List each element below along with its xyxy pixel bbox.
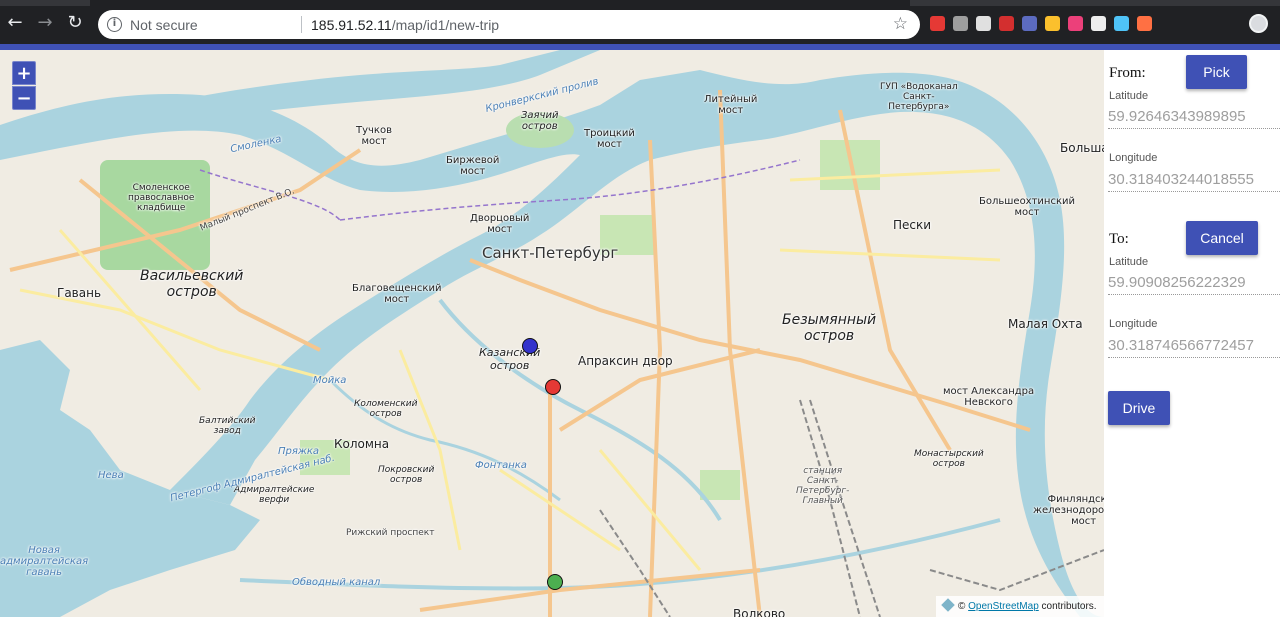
attribution-suffix: contributors. (1041, 601, 1097, 612)
map-attribution: © OpenStreetMap contributors. (936, 596, 1104, 617)
map-tiles (0, 50, 1104, 617)
reload-icon[interactable]: ↻ (64, 12, 86, 34)
south-park (700, 470, 740, 500)
map-label-zayachy: Заячий остров (521, 110, 559, 132)
address-bar[interactable]: i Not secure 185.91.52.11/map/id1/new-tr… (98, 10, 920, 39)
map-label-kolomna: Коломна (334, 437, 390, 451)
tab-strip (0, 0, 1280, 6)
drive-button[interactable]: Drive (1108, 391, 1170, 425)
cemetery-park (100, 160, 210, 270)
from-label: From: (1109, 65, 1146, 81)
map-label-volkovo: Волково (733, 607, 786, 617)
jb-ext-icon[interactable] (976, 16, 991, 31)
map-label-station: станция Санкт- Петербург- Главный (796, 466, 850, 506)
map-label-monastyrsky: Монастырский остров (914, 449, 984, 469)
circle-ext-icon[interactable] (953, 16, 968, 31)
security-label: Not secure (130, 17, 198, 33)
forward-arrow-icon[interactable]: → (34, 12, 56, 34)
gradient-ext-icon[interactable] (1068, 16, 1083, 31)
list-ext-icon[interactable] (1091, 16, 1106, 31)
map-label-novaya-gavan: Новая адмиралтейская гавань (0, 545, 89, 578)
from-marker[interactable] (522, 338, 538, 354)
map-label-smolenskoye: Смоленское православное кладбище (128, 183, 195, 213)
profile-avatar[interactable] (1249, 14, 1268, 33)
shield-ext-icon[interactable] (1022, 16, 1037, 31)
map-label-neva: Нева (98, 470, 124, 481)
active-tab[interactable] (90, 0, 910, 6)
from-latitude-field[interactable] (1108, 105, 1280, 129)
to-label: To: (1109, 231, 1129, 247)
map-label-pokrovsky: Покровский остров (378, 465, 435, 485)
to-latitude-label: Latitude (1109, 256, 1149, 268)
to-longitude-label: Longitude (1109, 318, 1158, 330)
map-label-vasilyevsky: Васильевский остров (140, 268, 244, 300)
cancel-button[interactable]: Cancel (1186, 221, 1258, 255)
map-view[interactable]: Санкт-Петербург Васильевский остров Безы… (0, 50, 1104, 617)
pdf-ext-icon[interactable] (999, 16, 1014, 31)
pick-button[interactable]: Pick (1186, 55, 1247, 89)
adblock-icon[interactable] (930, 16, 945, 31)
fire-ext-icon[interactable] (1137, 16, 1152, 31)
map-label-moika: Мойка (313, 375, 347, 386)
map-label-birzhevoy: Биржевой мост (446, 155, 500, 177)
map-label-pryazhka: Пряжка (278, 446, 320, 457)
zoom-out-button[interactable]: − (12, 86, 36, 110)
from-longitude-field[interactable] (1108, 168, 1280, 192)
map-label-vodokanal: ГУП «Водоканал Санкт- Петербурга» (880, 82, 958, 112)
map-label-bolshaya: Больша (1060, 141, 1104, 155)
map-label-malaya-okhta: Малая Охта (1008, 317, 1083, 331)
map-label-tuchkov: Тучков мост (356, 125, 392, 147)
map-label-baltiysky: Балтийский завод (199, 416, 256, 436)
to-longitude-field[interactable] (1108, 334, 1280, 358)
trip-panel: From: Pick Latitude Longitude To: Cancel… (1104, 50, 1280, 617)
zoom-in-button[interactable]: + (12, 61, 36, 85)
map-label-liteyny: Литейный мост (704, 94, 758, 116)
url-path: /map/id1/new-trip (391, 17, 500, 33)
clock-ext-icon[interactable] (1045, 16, 1060, 31)
map-label-bezymyanny: Безымянный остров (782, 312, 877, 344)
back-arrow-icon[interactable]: ← (4, 12, 26, 34)
map-label-fontanka: Фонтанка (475, 460, 527, 471)
map-label-spb: Санкт-Петербург (482, 244, 619, 262)
url-host: 185.91.52.11 (311, 17, 392, 33)
map-label-alexander-nevsky: мост Александра Невского (943, 386, 1035, 408)
openstreetmap-link[interactable]: OpenStreetMap (968, 601, 1039, 612)
map-label-troitsky: Троицкий мост (584, 128, 635, 150)
osm-logo-icon (941, 598, 955, 612)
map-label-apraksin: Апраксин двор (578, 354, 673, 368)
address-separator (301, 16, 302, 33)
map-label-blagoveshchensky: Благовещенский мост (352, 283, 442, 305)
map-label-peski: Пески (893, 218, 932, 232)
cube-ext-icon[interactable] (1114, 16, 1129, 31)
from-longitude-label: Longitude (1109, 152, 1158, 164)
map-label-dvortsovy: Дворцовый мост (470, 213, 530, 235)
url-text[interactable]: 185.91.52.11/map/id1/new-trip (311, 17, 499, 33)
attribution-prefix: © (958, 601, 966, 612)
map-label-obvodny: Обводный канал (292, 577, 381, 588)
map-label-bolsheokhtinsky: Большеохтинский мост (979, 196, 1076, 218)
map-label-ryazhsky: Рижский проспект (346, 528, 435, 538)
to-latitude-field[interactable] (1108, 271, 1280, 295)
map-label-gavan: Гавань (57, 286, 102, 300)
current-location-marker[interactable] (547, 574, 563, 590)
to-marker[interactable] (545, 379, 561, 395)
map-label-admiralteyskie: Адмиралтейские верфи (234, 485, 315, 505)
map-label-finlyandsky: Финляндский железнодорожный мост (1033, 494, 1104, 527)
map-label-kolomensky: Коломенский остров (354, 399, 418, 419)
bookmark-star-icon[interactable]: ☆ (893, 14, 908, 34)
info-icon[interactable]: i (107, 17, 122, 32)
browser-chrome: ← → ↻ i Not secure 185.91.52.11/map/id1/… (0, 0, 1280, 44)
from-latitude-label: Latitude (1109, 90, 1149, 102)
